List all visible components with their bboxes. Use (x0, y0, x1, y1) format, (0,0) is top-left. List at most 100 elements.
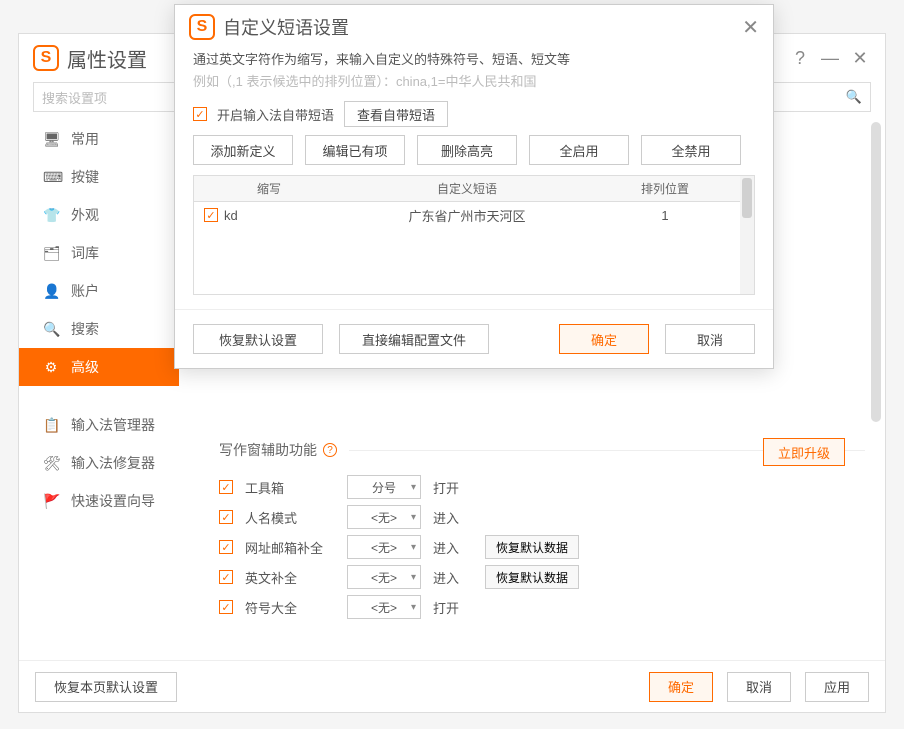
sidebar-label: 账户 (71, 281, 99, 301)
aux-select[interactable]: <无> (347, 505, 421, 529)
aux-select[interactable]: <无> (347, 565, 421, 589)
sidebar-item-keys[interactable]: ⌨ 按键 (19, 158, 179, 196)
aux-label: 人名模式 (245, 508, 335, 527)
aux-checkbox[interactable] (219, 540, 233, 554)
shirt-icon: 👕 (43, 207, 59, 224)
sogou-logo-icon: S (189, 14, 215, 40)
aux-row: 符号大全<无>打开 (219, 592, 865, 622)
restore-defaults-button[interactable]: 恢复默认设置 (193, 324, 323, 354)
help-icon[interactable]: ? (323, 443, 337, 457)
aux-action-text: 进入 (433, 508, 473, 527)
wrench-icon: 🛠 (43, 455, 59, 472)
aux-label: 网址邮箱补全 (245, 538, 335, 557)
dialog-title: 自定义短语设置 (223, 14, 349, 40)
search-placeholder: 搜索设置项 (42, 88, 107, 107)
enable-builtin-label: 开启输入法自带短语 (217, 105, 334, 124)
minimize-button[interactable]: — (819, 48, 841, 69)
sidebar-item-ime-manager[interactable]: 📋输入法管理器 (19, 406, 179, 444)
restore-default-data-button[interactable]: 恢复默认数据 (485, 535, 579, 559)
close-button[interactable]: ✕ (849, 48, 871, 69)
table-scroll-thumb[interactable] (742, 178, 752, 218)
sidebar-label: 按键 (71, 167, 99, 187)
aux-row: 人名模式 <无> 进入 (219, 502, 865, 532)
aux-select[interactable]: 分号 (347, 475, 421, 499)
view-builtin-button[interactable]: 查看自带短语 (344, 101, 448, 127)
sidebar-item-appearance[interactable]: 👕 外观 (19, 196, 179, 234)
sidebar: 🖥常用 ⌨ 按键 👕 外观 🗂 词库 👤 账户 🔍 搜索 ⚙ 高级 📋输入法管理器 🛠 输入法… (19, 120, 179, 680)
enable-all-button[interactable]: 全启用 (529, 135, 629, 165)
disable-all-button[interactable]: 全禁用 (641, 135, 741, 165)
sidebar-label: 高级 (71, 357, 99, 377)
aux-select[interactable]: <无> (347, 595, 421, 619)
enable-builtin-checkbox[interactable] (193, 107, 207, 121)
sidebar-label: 外观 (71, 205, 99, 225)
restore-page-defaults-button[interactable]: 恢复本页默认设置 (35, 672, 177, 702)
dialog-titlebar: S 自定义短语设置 ✕ (175, 5, 773, 49)
dialog-footer: 恢复默认设置 直接编辑配置文件 确定 取消 (175, 309, 773, 368)
sidebar-label: 搜索 (71, 319, 99, 339)
aux-checkbox[interactable] (219, 510, 233, 524)
main-title: 属性设置 (67, 44, 147, 73)
dialog-example: 例如（,1 表示候选中的排列位置）：china,1=中华人民共和国 (193, 71, 755, 93)
sidebar-item-account[interactable]: 👤 账户 (19, 272, 179, 310)
aux-checkbox[interactable] (219, 600, 233, 614)
delete-highlight-button[interactable]: 删除高亮 (417, 135, 517, 165)
sidebar-item-quick-setup[interactable]: 🚩 快速设置向导 (19, 482, 179, 520)
sidebar-item-common[interactable]: 🖥常用 (19, 120, 179, 158)
sidebar-label: 词库 (71, 243, 99, 263)
flag-icon: 🚩 (43, 493, 59, 510)
dialog-close-button[interactable]: ✕ (742, 15, 759, 40)
sidebar-item-ime-repair[interactable]: 🛠 输入法修复器 (19, 444, 179, 482)
add-definition-button[interactable]: 添加新定义 (193, 135, 293, 165)
monitor-icon: 🖥 (43, 131, 59, 148)
aux-action-text: 进入 (433, 538, 473, 557)
gear-icon: ⚙ (43, 359, 59, 376)
th-abbr: 缩写 (194, 180, 344, 197)
upgrade-button[interactable]: 立即升级 (763, 438, 845, 466)
table-scrollbar[interactable] (740, 176, 754, 294)
sidebar-label: 输入法修复器 (71, 453, 155, 473)
aux-action-text: 进入 (433, 568, 473, 587)
aux-row: 英文补全 <无> 进入恢复默认数据 (219, 562, 865, 592)
aux-checkbox[interactable] (219, 570, 233, 584)
aux-label: 符号大全 (245, 598, 335, 617)
dialog-ok-button[interactable]: 确定 (559, 324, 649, 354)
aux-select[interactable]: <无> (347, 535, 421, 559)
phrase-table: 缩写 自定义短语 排列位置 kd 广东省广州市天河区1 (193, 175, 755, 295)
dialog-cancel-button[interactable]: 取消 (665, 324, 755, 354)
sidebar-item-advanced[interactable]: ⚙ 高级 (19, 348, 179, 386)
help-button[interactable]: ? (789, 48, 811, 69)
row-position: 1 (590, 208, 740, 223)
search-icon: 🔍 (43, 321, 59, 338)
edit-item-button[interactable]: 编辑已有项 (305, 135, 405, 165)
table-header: 缩写 自定义短语 排列位置 (194, 176, 740, 202)
ok-button[interactable]: 确定 (649, 672, 713, 702)
aux-label: 英文补全 (245, 568, 335, 587)
sidebar-label: 快速设置向导 (71, 491, 155, 511)
edit-config-file-button[interactable]: 直接编辑配置文件 (339, 324, 489, 354)
sidebar-item-search[interactable]: 🔍 搜索 (19, 310, 179, 348)
sogou-logo-icon: S (33, 45, 59, 71)
aux-action-text: 打开 (433, 478, 473, 497)
apply-button[interactable]: 应用 (805, 672, 869, 702)
cancel-button[interactable]: 取消 (727, 672, 791, 702)
th-position: 排列位置 (590, 180, 740, 197)
row-abbr: kd (224, 208, 238, 223)
main-footer: 恢复本页默认设置 确定 取消 应用 (19, 660, 885, 712)
dialog-toolbar: 添加新定义 编辑已有项 删除高亮 全启用 全禁用 (193, 135, 755, 165)
sidebar-label: 输入法管理器 (71, 415, 155, 435)
row-checkbox[interactable] (204, 208, 218, 222)
scroll-thumb[interactable] (871, 122, 881, 422)
book-icon: 🗂 (43, 245, 59, 262)
aux-label: 工具箱 (245, 478, 335, 497)
row-phrase: 广东省广州市天河区 (344, 206, 590, 225)
user-icon: 👤 (43, 283, 59, 300)
keyboard-icon: ⌨ (43, 169, 59, 186)
content-scrollbar[interactable] (871, 122, 881, 652)
restore-default-data-button[interactable]: 恢复默认数据 (485, 565, 579, 589)
th-phrase: 自定义短语 (344, 180, 590, 197)
sidebar-item-dict[interactable]: 🗂 词库 (19, 234, 179, 272)
table-row[interactable]: kd 广东省广州市天河区1 (194, 202, 740, 228)
aux-checkbox[interactable] (219, 480, 233, 494)
aux-row: 工具箱分号打开 (219, 472, 865, 502)
